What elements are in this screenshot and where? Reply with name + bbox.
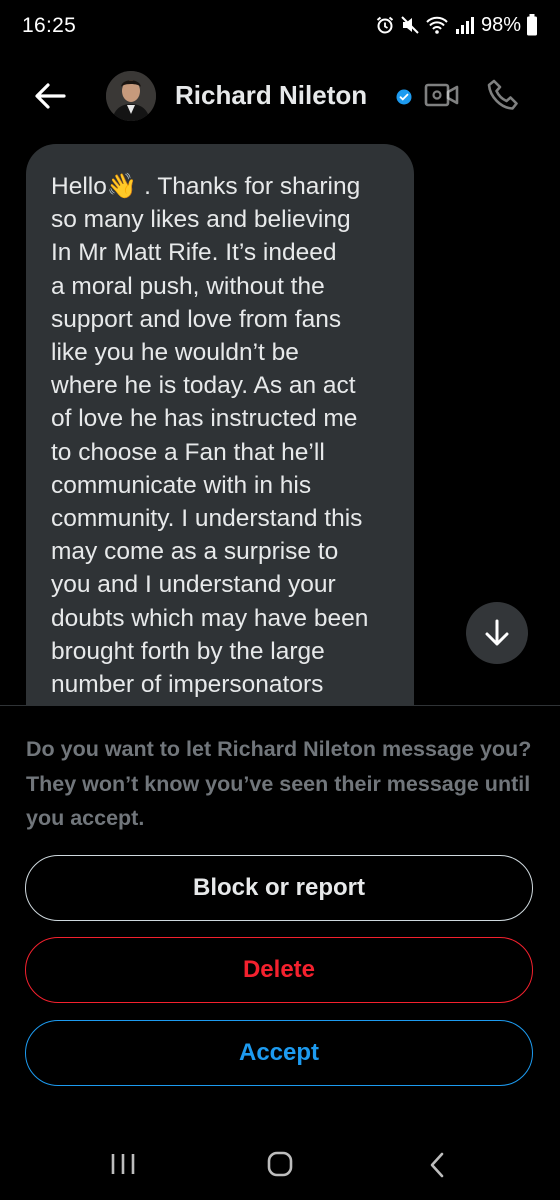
- conversation-header: Richard Nileton: [0, 60, 560, 132]
- status-time: 16:25: [22, 14, 77, 37]
- scroll-down-button[interactable]: [466, 602, 528, 664]
- battery-icon: [526, 14, 538, 36]
- request-prompt: Do you want to let Richard Nileton messa…: [26, 737, 532, 830]
- video-call-icon[interactable]: [424, 80, 460, 115]
- message-request-panel: Do you want to let Richard Nileton messa…: [0, 705, 560, 1146]
- nav-back-icon[interactable]: [428, 1152, 446, 1183]
- message-text: Hello👋 . Thanks for sharing so many like…: [51, 173, 369, 706]
- accept-button[interactable]: Accept: [25, 1020, 533, 1086]
- alarm-icon: [375, 15, 395, 35]
- phone-call-icon[interactable]: [485, 77, 521, 118]
- verified-badge-icon: [396, 89, 412, 110]
- battery-percent: 98%: [480, 13, 521, 36]
- status-bar: 16:25 98%: [0, 0, 560, 50]
- system-nav-bar: [0, 1130, 560, 1200]
- recents-icon[interactable]: [110, 1152, 136, 1181]
- signal-icon: [454, 15, 476, 35]
- block-or-report-button[interactable]: Block or report: [25, 855, 533, 921]
- delete-button[interactable]: Delete: [25, 937, 533, 1003]
- back-arrow-icon[interactable]: [30, 78, 70, 114]
- chat-area[interactable]: Hello👋 . Thanks for sharing so many like…: [0, 132, 560, 706]
- arrow-down-icon: [485, 619, 509, 646]
- mute-icon: [400, 15, 420, 35]
- message-bubble[interactable]: Hello👋 . Thanks for sharing so many like…: [26, 144, 414, 706]
- home-icon[interactable]: [267, 1151, 293, 1182]
- status-icons: 98%: [375, 14, 538, 37]
- wifi-icon: [425, 15, 449, 35]
- avatar[interactable]: [106, 71, 156, 121]
- contact-name[interactable]: Richard Nileton: [175, 80, 367, 111]
